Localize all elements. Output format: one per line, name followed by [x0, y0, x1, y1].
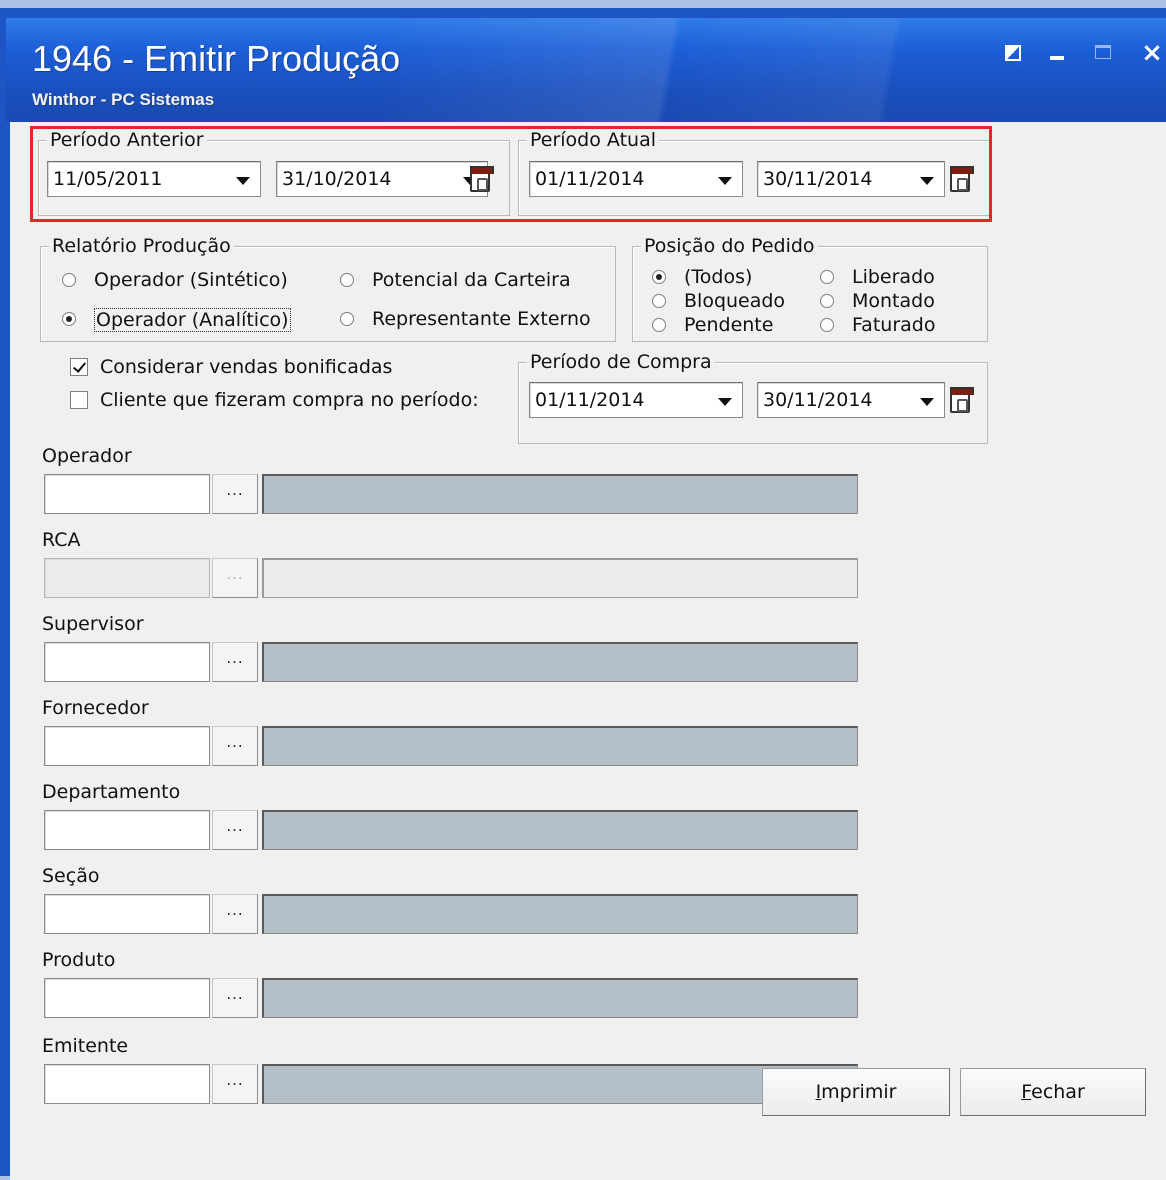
fornecedor-code-input[interactable]: [44, 726, 210, 766]
periodo-compra-end-combo[interactable]: 30/11/2014: [757, 382, 945, 418]
radio-button-icon[interactable]: [820, 294, 834, 308]
supervisor-label: Supervisor: [42, 613, 144, 635]
secao-label: Seção: [42, 865, 100, 887]
radio-button-icon[interactable]: [340, 273, 354, 287]
supervisor-search-button[interactable]: ...: [212, 642, 258, 682]
posicao-pedido-label: Posição do Pedido: [641, 235, 818, 257]
radio-label: Potencial da Carteira: [372, 269, 571, 291]
radio-button-icon[interactable]: [340, 312, 354, 326]
form-client-area: Período Anterior 11/05/2011 31/10/2014 P…: [10, 122, 1166, 1180]
checkbox-label: Cliente que fizeram compra no período:: [100, 389, 479, 411]
calendar-icon[interactable]: [950, 387, 974, 413]
secao-search-button[interactable]: ...: [212, 894, 258, 934]
radio-label: (Todos): [684, 266, 753, 288]
fornecedor-description-field: [262, 726, 858, 766]
supervisor-code-input[interactable]: [44, 642, 210, 682]
rca-label: RCA: [42, 529, 81, 551]
departamento-label: Departamento: [42, 781, 181, 803]
rca-description-field: [262, 558, 858, 598]
radio-label: Operador (Sintético): [94, 269, 288, 291]
periodo-compra-label: Período de Compra: [527, 351, 715, 373]
fechar-button[interactable]: Fechar: [960, 1068, 1146, 1116]
secao-description-field: [262, 894, 858, 934]
fechar-label: echar: [1031, 1081, 1085, 1103]
fornecedor-search-button[interactable]: ...: [212, 726, 258, 766]
periodo-compra-end-value: 30/11/2014: [763, 389, 873, 411]
chevron-down-icon[interactable]: [920, 398, 934, 406]
produto-code-input[interactable]: [44, 978, 210, 1018]
radio-label: Montado: [852, 290, 935, 312]
operador-label: Operador: [42, 445, 132, 467]
chevron-down-icon[interactable]: [718, 398, 732, 406]
fornecedor-label: Fornecedor: [42, 697, 149, 719]
departamento-description-field: [262, 810, 858, 850]
rca-search-button[interactable]: ...: [212, 558, 258, 598]
produto-label: Produto: [42, 949, 116, 971]
radio-button-icon[interactable]: [652, 294, 666, 308]
maximize-icon[interactable]: [1092, 42, 1114, 64]
periodo-compra-start-combo[interactable]: 01/11/2014: [529, 382, 743, 418]
checkbox-icon[interactable]: [70, 391, 88, 409]
radio-button-selected-icon[interactable]: [62, 312, 76, 326]
radio-button-icon[interactable]: [652, 318, 666, 332]
radio-label: Bloqueado: [684, 290, 786, 312]
radio-label: Liberado: [852, 266, 935, 288]
window-title: 1946 - Emitir Produção: [32, 38, 401, 79]
close-icon[interactable]: ×: [1138, 40, 1166, 66]
imprimir-button[interactable]: Imprimir: [762, 1068, 950, 1116]
radio-label: Faturado: [852, 314, 936, 336]
radio-label: Pendente: [684, 314, 774, 336]
periodo-compra-start-value: 01/11/2014: [535, 389, 645, 411]
emitente-code-input[interactable]: [44, 1064, 210, 1104]
supervisor-description-field: [262, 642, 858, 682]
radio-button-icon[interactable]: [820, 318, 834, 332]
operador-description-field: [262, 474, 858, 514]
checkbox-checked-icon[interactable]: [70, 358, 88, 376]
produto-description-field: [262, 978, 858, 1018]
title-bar[interactable]: 1946 - Emitir Produção Winthor - PC Sist…: [6, 18, 1166, 122]
radio-button-icon[interactable]: [62, 273, 76, 287]
radio-label: Representante Externo: [372, 308, 591, 330]
highlight-box: [30, 126, 992, 222]
departamento-code-input[interactable]: [44, 810, 210, 850]
operador-code-input[interactable]: [44, 474, 210, 514]
radio-button-selected-icon[interactable]: [652, 270, 666, 284]
restore-icon[interactable]: [1002, 42, 1024, 64]
departamento-search-button[interactable]: ...: [212, 810, 258, 850]
secao-code-input[interactable]: [44, 894, 210, 934]
app-window: 1946 - Emitir Produção Winthor - PC Sist…: [0, 8, 1166, 1180]
emitente-search-button[interactable]: ...: [212, 1064, 258, 1104]
title-bar-sheen: [386, 18, 1086, 122]
produto-search-button[interactable]: ...: [212, 978, 258, 1018]
fechar-mnemonic: F: [1021, 1081, 1032, 1103]
checkbox-label: Considerar vendas bonificadas: [100, 356, 393, 378]
window-subtitle: Winthor - PC Sistemas: [32, 90, 215, 109]
emitente-label: Emitente: [42, 1035, 129, 1057]
minimize-icon[interactable]: [1046, 42, 1068, 64]
operador-search-button[interactable]: ...: [212, 474, 258, 514]
rca-code-input[interactable]: [44, 558, 210, 598]
radio-button-icon[interactable]: [820, 270, 834, 284]
imprimir-label: mprimir: [821, 1081, 897, 1103]
relatorio-producao-label: Relatório Produção: [49, 235, 234, 257]
radio-label: Operador (Analítico): [94, 308, 291, 332]
